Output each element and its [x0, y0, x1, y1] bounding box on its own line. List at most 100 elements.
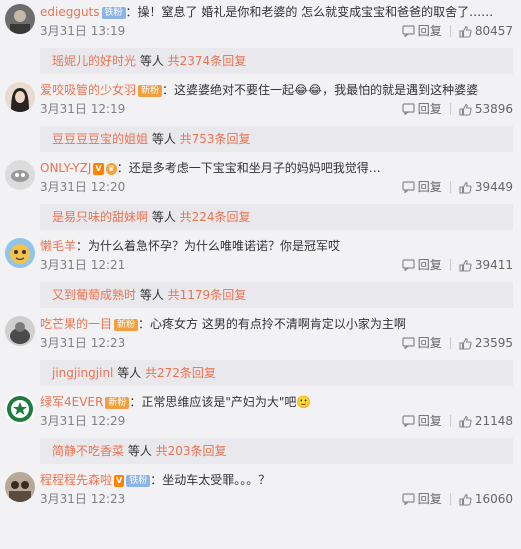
replies-summary[interactable]: 瑶妮儿的好时光 等人 共2374条回复	[40, 48, 513, 74]
fan-badge: 新粉	[105, 397, 130, 409]
replier-name[interactable]: 又到葡萄成熟时	[52, 288, 136, 302]
comment-text: ：为什么着急怀孕？为什么唯唯诺诺？你是冠军哎	[76, 239, 341, 253]
comment-actions: 回复 23595	[402, 335, 513, 351]
reply-button[interactable]: 回复	[402, 101, 442, 117]
reply-count-link[interactable]: 共2374条回复	[168, 54, 247, 68]
reply-count-link[interactable]: 共203条回复	[156, 444, 227, 458]
comment-actions: 回复 39411	[402, 257, 513, 273]
reply-icon	[402, 337, 415, 349]
comment-meta: 3月31日 12:23 回复 23595	[40, 335, 513, 351]
comment-main: 程程程先森啦 V 铁粉 ：坐动车太受罪。。。？	[40, 472, 513, 488]
reply-count-link[interactable]: 共1179条回复	[168, 288, 247, 302]
like-button[interactable]: 53896	[459, 101, 513, 117]
replies-summary[interactable]: 又到葡萄成熟时 等人 共1179条回复	[40, 282, 513, 308]
avatar[interactable]	[5, 82, 35, 112]
like-count: 21148	[474, 414, 513, 428]
thumbs-up-icon	[459, 25, 472, 38]
divider	[449, 25, 451, 37]
timestamp: 3月31日 12:19	[40, 102, 126, 116]
replies-summary[interactable]: 是易只味的甜妹啊 等人 共224条回复	[40, 204, 513, 230]
replier-name[interactable]: 是易只味的甜妹啊	[52, 210, 148, 224]
comment-main: 吃芒果的一目 新粉 ：心疼女方 这男的有点拎不清啊肯定以小家为主啊	[40, 316, 513, 332]
username-link[interactable]: 爱咬吸管的少女羽	[40, 83, 136, 97]
username-link[interactable]: 吃芒果的一目	[40, 317, 112, 331]
fan-badge: 铁粉	[101, 7, 126, 19]
comment-item: ONLY-YZJ V ♛ ：还是多考虑一下宝宝和坐月子的妈妈吧我觉得… 3月31日 1…	[0, 156, 521, 234]
username-link[interactable]: ONLY-YZJ	[40, 161, 91, 175]
fan-badge: 铁粉	[126, 475, 151, 487]
reply-button[interactable]: 回复	[402, 491, 442, 507]
replier-name[interactable]: 简静不吃香菜	[52, 444, 124, 458]
divider	[449, 181, 451, 193]
like-count: 39449	[474, 180, 513, 194]
avatar[interactable]	[5, 394, 35, 424]
reply-count-link[interactable]: 共753条回复	[180, 132, 251, 146]
verified-badge: V	[93, 163, 104, 175]
reply-icon	[402, 25, 415, 37]
comment-actions: 回复 21148	[402, 413, 513, 429]
like-count: 53896	[474, 102, 513, 116]
divider	[449, 103, 451, 115]
comment-list: ediegguts 铁粉 ：操！窒息了 婚礼是你和老婆的 怎么就变成宝宝和爸爸的取舍…	[0, 0, 521, 549]
replies-summary[interactable]: jingjingjinl 等人 共272条回复	[40, 360, 513, 386]
timestamp: 3月31日 12:21	[40, 258, 126, 272]
comment-main: ediegguts 铁粉 ：操！窒息了 婚礼是你和老婆的 怎么就变成宝宝和爸爸的取舍…	[40, 4, 513, 20]
divider	[449, 337, 451, 349]
verified-badge: V	[114, 475, 125, 487]
comment-meta: 3月31日 13:19 回复 80457	[40, 23, 513, 39]
comment-main: 懒毛羊：为什么着急怀孕？为什么唯唯诺诺？你是冠军哎	[40, 238, 513, 254]
reply-button[interactable]: 回复	[402, 179, 442, 195]
divider	[449, 415, 451, 427]
thumbs-up-icon	[459, 259, 472, 272]
comment-text: ：这婆婆绝对不要住一起😂😂，我最怕的就是遇到这种婆婆	[162, 83, 479, 97]
timestamp: 3月31日 12:23	[40, 492, 126, 506]
reply-icon	[402, 103, 415, 115]
like-count: 39411	[474, 258, 513, 272]
comment-meta: 3月31日 12:29 回复 21148	[40, 413, 513, 429]
avatar[interactable]	[5, 472, 35, 502]
comment-item: 爱咬吸管的少女羽 新粉 ：这婆婆绝对不要住一起😂😂，我最怕的就是遇到这种婆婆 3月3…	[0, 78, 521, 156]
comment-main: 爱咬吸管的少女羽 新粉 ：这婆婆绝对不要住一起😂😂，我最怕的就是遇到这种婆婆	[40, 82, 513, 98]
replies-summary[interactable]: 豆豆豆豆宝的姐姐 等人 共753条回复	[40, 126, 513, 152]
reply-button[interactable]: 回复	[402, 335, 442, 351]
reply-button[interactable]: 回复	[402, 413, 442, 429]
username-link[interactable]: ediegguts	[40, 5, 100, 19]
comment-actions: 回复 16060	[402, 491, 513, 507]
username-link[interactable]: 懒毛羊	[40, 239, 76, 253]
like-button[interactable]: 21148	[459, 413, 513, 429]
reply-button[interactable]: 回复	[402, 257, 442, 273]
replier-name[interactable]: 瑶妮儿的好时光	[52, 54, 136, 68]
comment-text: ：坐动车太受罪。。。？	[150, 473, 271, 487]
username-link[interactable]: 绿军4EVER	[40, 395, 103, 409]
divider	[449, 259, 451, 271]
avatar[interactable]	[5, 238, 35, 268]
like-button[interactable]: 39449	[459, 179, 513, 195]
reply-icon	[402, 181, 415, 193]
comment-text: ：还是多考虑一下宝宝和坐月子的妈妈吧我觉得…	[116, 161, 381, 175]
reply-icon	[402, 493, 415, 505]
avatar[interactable]	[5, 316, 35, 346]
vip-icon: ♛	[105, 163, 117, 175]
username-link[interactable]: 程程程先森啦	[40, 473, 112, 487]
like-button[interactable]: 23595	[459, 335, 513, 351]
comment-item: 程程程先森啦 V 铁粉 ：坐动车太受罪。。。？ 3月31日 12:23 回复 1606…	[0, 468, 521, 549]
comment-text: ：心疼女方 这男的有点拎不清啊肯定以小家为主啊	[138, 317, 406, 331]
reply-count-link[interactable]: 共224条回复	[180, 210, 251, 224]
fan-badge: 新粉	[138, 85, 163, 97]
timestamp: 3月31日 13:19	[40, 24, 126, 38]
like-button[interactable]: 39411	[459, 257, 513, 273]
reply-count-link[interactable]: 共272条回复	[145, 366, 216, 380]
replier-name[interactable]: jingjingjinl	[52, 366, 113, 380]
comment-item: ediegguts 铁粉 ：操！窒息了 婚礼是你和老婆的 怎么就变成宝宝和爸爸的取舍…	[0, 0, 521, 78]
thumbs-up-icon	[459, 337, 472, 350]
avatar[interactable]	[5, 160, 35, 190]
comment-actions: 回复 80457	[402, 23, 513, 39]
replies-summary[interactable]: 简静不吃香菜 等人 共203条回复	[40, 438, 513, 464]
comment-meta: 3月31日 12:19 回复 53896	[40, 101, 513, 117]
comment-text: ：操！窒息了 婚礼是你和老婆的 怎么就变成宝宝和爸爸的取舍了……	[125, 5, 494, 19]
like-button[interactable]: 16060	[459, 491, 513, 507]
avatar[interactable]	[5, 4, 35, 34]
replier-name[interactable]: 豆豆豆豆宝的姐姐	[52, 132, 148, 146]
like-button[interactable]: 80457	[459, 23, 513, 39]
reply-button[interactable]: 回复	[402, 23, 442, 39]
